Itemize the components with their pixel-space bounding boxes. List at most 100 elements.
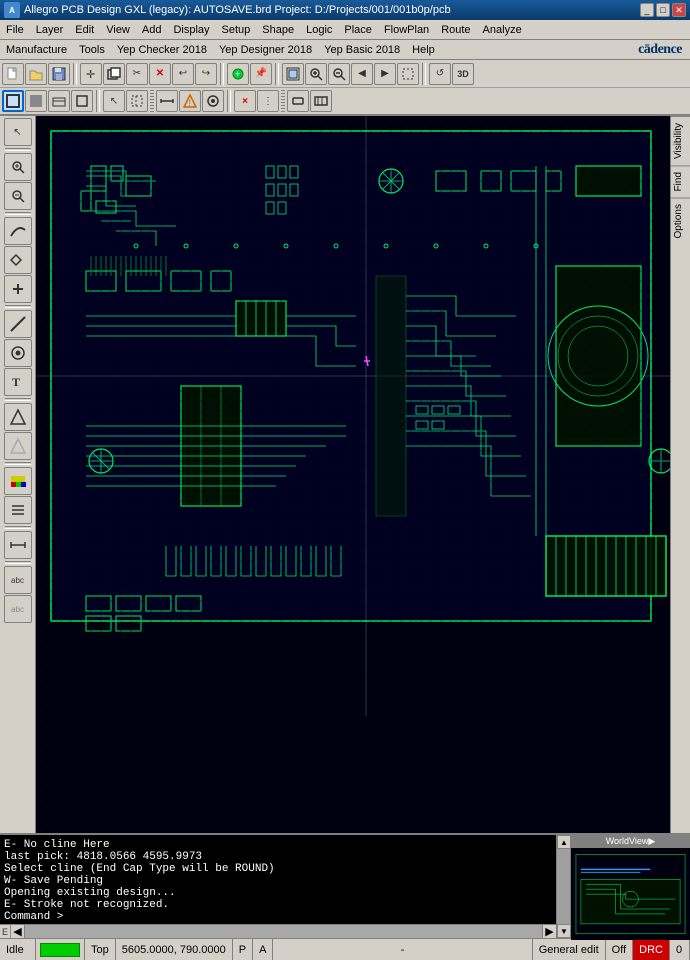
btn-move[interactable]: ✛ (80, 63, 102, 85)
btn-snap-t2[interactable]: ⋮ (257, 90, 279, 112)
sep-3 (275, 63, 279, 85)
btn-add-connect[interactable]: + (227, 63, 249, 85)
btn-redo[interactable]: ↪ (195, 63, 217, 85)
menu-add[interactable]: Add (136, 20, 168, 39)
menu-edit[interactable]: Edit (69, 20, 100, 39)
btn-cut[interactable]: ✂ (126, 63, 148, 85)
scroll-right-btn[interactable]: ▶ (542, 925, 556, 938)
menu-shape[interactable]: Shape (256, 20, 300, 39)
btn-comp[interactable] (310, 90, 332, 112)
toolbar-2: ↖ ! × ⋮ (0, 88, 690, 116)
tab-find[interactable]: Find (671, 165, 690, 197)
btn-zoom-sel[interactable] (397, 63, 419, 85)
sep-4 (422, 63, 426, 85)
sep-2 (220, 63, 224, 85)
btn-select-left[interactable]: ↖ (4, 118, 32, 146)
btn-abc2-left[interactable]: abc (4, 595, 32, 623)
sep-1 (73, 63, 77, 85)
btn-copy[interactable] (103, 63, 125, 85)
btn-zoom-in-left[interactable] (4, 153, 32, 181)
menu-logic[interactable]: Logic (300, 20, 338, 39)
menu-tools[interactable]: Tools (73, 42, 111, 58)
left-toolbar: ↖ T (0, 116, 36, 833)
menu-display[interactable]: Display (167, 20, 215, 39)
status-bar: Idle Top 5605.0000, 790.0000 P A - Gener… (0, 938, 690, 960)
btn-open[interactable] (25, 63, 47, 85)
menu-route[interactable]: Route (435, 20, 476, 39)
ready-indicator (40, 943, 80, 957)
btn-box-sel[interactable] (126, 90, 148, 112)
btn-add-text-left[interactable]: T (4, 368, 32, 396)
btn-route-left[interactable] (4, 217, 32, 245)
status-a[interactable]: A (253, 939, 273, 960)
h-scrollbar: E ◀ ▶ (0, 924, 556, 938)
btn-refresh[interactable]: ↺ (429, 63, 451, 85)
menu-file[interactable]: File (0, 20, 30, 39)
btn-select-t2[interactable]: ↖ (103, 90, 125, 112)
close-button[interactable]: ✕ (672, 3, 686, 17)
btn-via-left[interactable] (4, 339, 32, 367)
btn-undo[interactable]: ↩ (172, 63, 194, 85)
btn-via-t2[interactable] (202, 90, 224, 112)
status-p[interactable]: P (233, 939, 253, 960)
menu-manufacture[interactable]: Manufacture (0, 42, 73, 58)
btn-delete[interactable]: ✕ (149, 63, 171, 85)
btn-zoom-fit[interactable] (282, 63, 304, 85)
btn-outline-mode[interactable] (2, 90, 24, 112)
btn-abc1-left[interactable]: abc (4, 566, 32, 594)
status-off: Off (606, 939, 633, 960)
menu-view[interactable]: View (100, 20, 136, 39)
btn-new[interactable] (2, 63, 24, 85)
btn-highlight-mode[interactable] (48, 90, 70, 112)
btn-x-mark[interactable]: × (234, 90, 256, 112)
main-area: ↖ T (0, 116, 690, 833)
menu-setup[interactable]: Setup (216, 20, 257, 39)
menu-place[interactable]: Place (338, 20, 378, 39)
scroll-down-btn[interactable]: ▼ (557, 924, 571, 938)
title-bar-controls[interactable]: _ □ ✕ (640, 3, 686, 17)
tab-visibility[interactable]: Visibility (671, 116, 690, 165)
menu-yep-checker[interactable]: Yep Checker 2018 (111, 42, 213, 58)
btn-pushpin[interactable]: 📌 (250, 63, 272, 85)
btn-slide-left[interactable] (4, 275, 32, 303)
log-line-2: last pick: 4818.0566 4595.9973 (4, 851, 552, 863)
cmd-label: E (0, 925, 11, 938)
worldview-panel: WorldView▶ (570, 835, 690, 938)
pcb-canvas-area[interactable] (36, 116, 670, 833)
tab-options[interactable]: Options (671, 197, 690, 244)
btn-square-mode[interactable] (71, 90, 93, 112)
menu-yep-basic[interactable]: Yep Basic 2018 (318, 42, 406, 58)
btn-push-route[interactable] (4, 246, 32, 274)
scroll-left-btn[interactable]: ◀ (11, 925, 25, 938)
menu-layer[interactable]: Layer (30, 20, 70, 39)
btn-3d[interactable]: 3D (452, 63, 474, 85)
btn-save[interactable] (48, 63, 70, 85)
btn-drc[interactable]: ! (179, 90, 201, 112)
menu-flowplan[interactable]: FlowPlan (378, 20, 435, 39)
btn-add-line-left[interactable] (4, 310, 32, 338)
status-view: Top (85, 939, 116, 960)
btn-property-left[interactable] (4, 496, 32, 524)
minimize-button[interactable]: _ (640, 3, 654, 17)
btn-measure-t2[interactable] (156, 90, 178, 112)
menu-yep-designer[interactable]: Yep Designer 2018 (213, 42, 318, 58)
maximize-button[interactable]: □ (656, 3, 670, 17)
scroll-up-btn[interactable]: ▲ (557, 835, 571, 849)
svg-text:+: + (235, 69, 240, 79)
btn-zoom-out-left[interactable] (4, 182, 32, 210)
btn-pad[interactable] (287, 90, 309, 112)
btn-zoom-out[interactable] (328, 63, 350, 85)
btn-dehighlight-left[interactable] (4, 432, 32, 460)
btn-measure-left[interactable] (4, 531, 32, 559)
menu-analyze[interactable]: Analyze (477, 20, 528, 39)
btn-zoom-next[interactable]: ▶ (374, 63, 396, 85)
btn-highlight-left[interactable] (4, 403, 32, 431)
btn-fill-mode[interactable] (25, 90, 47, 112)
btn-zoom-in[interactable] (305, 63, 327, 85)
btn-color-left[interactable] (4, 467, 32, 495)
dotted-sep-1 (150, 90, 154, 112)
status-idle: Idle (0, 939, 36, 960)
menu-help[interactable]: Help (406, 42, 441, 58)
worldview-label[interactable]: WorldView▶ (571, 835, 690, 848)
btn-zoom-prev[interactable]: ◀ (351, 63, 373, 85)
